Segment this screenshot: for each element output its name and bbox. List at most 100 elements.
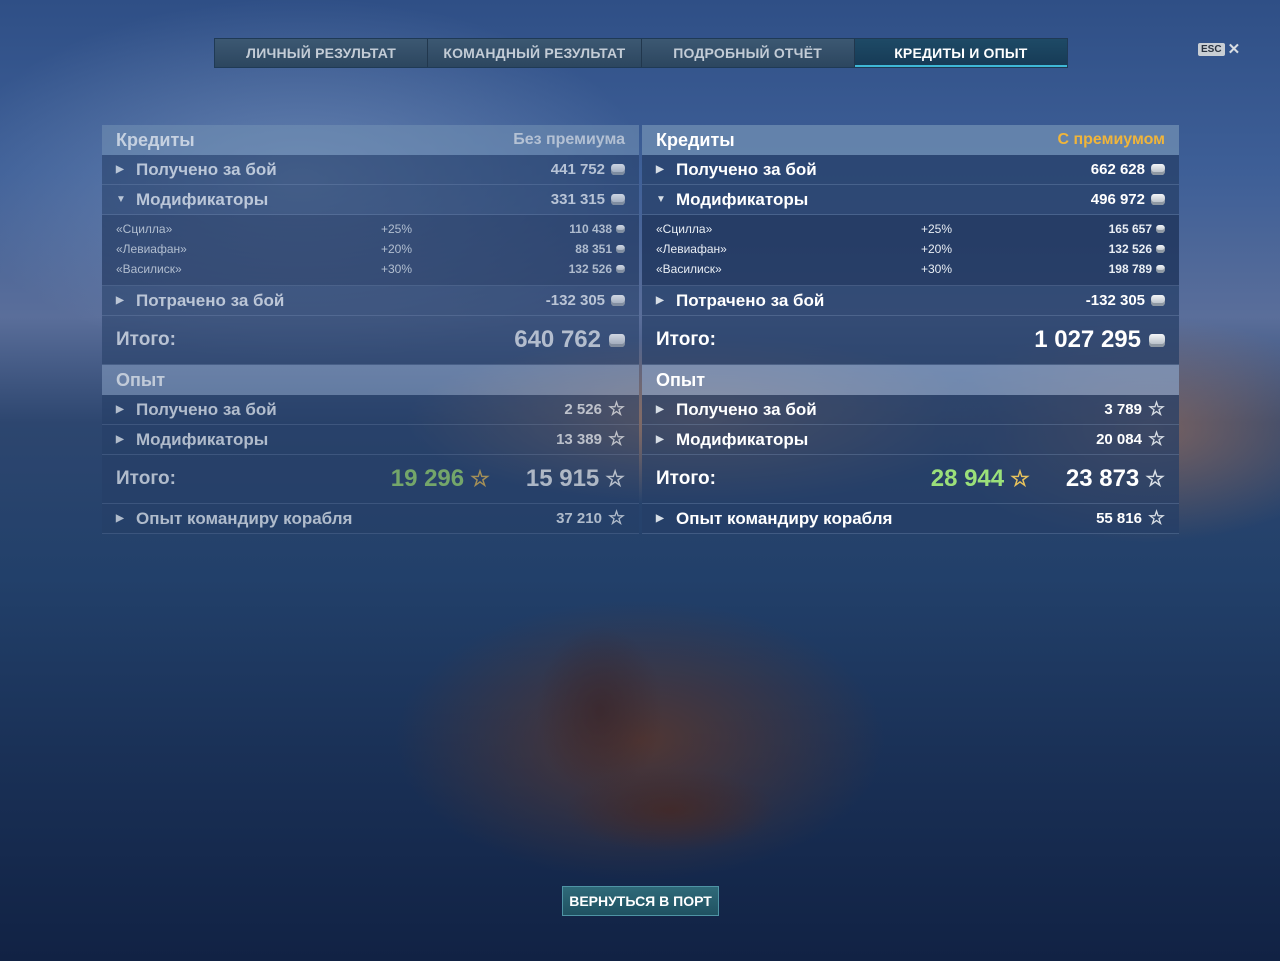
expand-arrow-icon: ▶ xyxy=(656,513,664,524)
modifier-percent: +30% xyxy=(381,262,413,276)
xp-total-value: 15 915 xyxy=(525,465,600,492)
modifier-item: «Левиафан» +20% 88 351 xyxy=(116,239,625,259)
modifier-value: 132 526 xyxy=(1108,242,1152,256)
tab-credits-and-xp[interactable]: КРЕДИТЫ И ОПЫТ xyxy=(854,39,1067,67)
collapse-arrow-icon: ▼ xyxy=(116,194,126,205)
credits-icon xyxy=(611,295,625,306)
credits-total-value: 1 027 295 xyxy=(1034,326,1141,353)
tab-personal-result[interactable]: ЛИЧНЫЙ РЕЗУЛЬТАТ xyxy=(215,39,429,67)
xp-total-value: 23 873 xyxy=(1065,465,1140,492)
modifier-percent: +20% xyxy=(381,242,413,256)
total-label: Итого: xyxy=(116,468,176,489)
xp-earned-label: Получено за бой xyxy=(136,399,277,419)
free-xp-star-icon: ☆ xyxy=(470,466,490,491)
credits-panel-no-premium: Кредиты Без премиума ▶ Получено за бой 44… xyxy=(102,125,639,534)
modifier-percent: +25% xyxy=(921,222,953,236)
xp-earned-value: 2 526 xyxy=(564,401,602,418)
xp-title: Опыт xyxy=(656,369,706,390)
modifier-name: «Сцилла» xyxy=(116,222,173,236)
xp-modifiers-value: 20 084 xyxy=(1096,431,1142,448)
credits-icon xyxy=(616,225,625,233)
spent-row[interactable]: ▶ Потрачено за бой -132 305 xyxy=(642,286,1179,316)
xp-star-icon: ☆ xyxy=(1147,508,1165,529)
tab-detailed-report[interactable]: ПОДРОБНЫЙ ОТЧЁТ xyxy=(641,39,855,67)
total-label: Итого: xyxy=(656,329,716,350)
spent-row[interactable]: ▶ Потрачено за бой -132 305 xyxy=(102,286,639,316)
xp-modifiers-row[interactable]: ▶ Модификаторы 20 084 ☆ xyxy=(642,425,1179,455)
spent-value: -132 305 xyxy=(1085,292,1145,309)
modifier-percent: +30% xyxy=(921,262,953,276)
xp-title: Опыт xyxy=(116,369,166,390)
expand-arrow-icon: ▶ xyxy=(116,513,124,524)
credits-icon xyxy=(611,164,625,175)
modifiers-label: Модификаторы xyxy=(676,189,809,209)
modifiers-list: «Сцилла» +25% 110 438 «Левиафан» +20% 88… xyxy=(102,215,639,286)
modifier-percent: +20% xyxy=(921,242,953,256)
tab-bar: ЛИЧНЫЙ РЕЗУЛЬТАТ КОМАНДНЫЙ РЕЗУЛЬТАТ ПОД… xyxy=(214,38,1068,68)
xp-star-icon: ☆ xyxy=(1147,399,1165,420)
return-to-port-button[interactable]: ВЕРНУТЬСЯ В ПОРТ xyxy=(562,886,719,916)
expand-arrow-icon: ▶ xyxy=(656,295,664,306)
xp-total-row: Итого: 28 944 ☆ 23 873 ☆ xyxy=(642,455,1179,504)
tab-team-result[interactable]: КОМАНДНЫЙ РЕЗУЛЬТАТ xyxy=(428,39,642,67)
xp-modifiers-label: Модификаторы xyxy=(136,429,269,449)
credits-header: Кредиты С премиумом xyxy=(642,125,1179,155)
xp-total-row: Итого: 19 296 ☆ 15 915 ☆ xyxy=(102,455,639,504)
mode-label: Без премиума xyxy=(513,131,625,148)
close-icon: ✕ xyxy=(1227,41,1241,58)
modifier-name: «Сцилла» xyxy=(656,222,713,236)
close-button[interactable]: ESC ✕ xyxy=(1198,42,1240,57)
xp-header: Опыт xyxy=(102,365,639,395)
credits-icon xyxy=(1149,333,1165,347)
modifier-percent: +25% xyxy=(381,222,413,236)
xp-modifiers-row[interactable]: ▶ Модификаторы 13 389 ☆ xyxy=(102,425,639,455)
expand-arrow-icon: ▶ xyxy=(116,434,124,445)
modifier-value: 110 438 xyxy=(569,222,612,236)
commander-xp-row[interactable]: ▶ Опыт командиру корабля 55 816 ☆ xyxy=(642,504,1179,534)
commander-xp-label: Опыт командиру корабля xyxy=(136,508,353,528)
xp-star-icon: ☆ xyxy=(607,399,625,420)
credits-icon xyxy=(616,245,625,253)
xp-star-icon: ☆ xyxy=(607,508,625,529)
free-xp-star-icon: ☆ xyxy=(1010,466,1030,491)
credits-total-row: Итого: 640 762 xyxy=(102,316,639,365)
modifiers-row[interactable]: ▼ Модификаторы 331 315 xyxy=(102,185,639,215)
earned-row[interactable]: ▶ Получено за бой 441 752 xyxy=(102,155,639,185)
modifier-item: «Сцилла» +25% 165 657 xyxy=(656,219,1165,239)
xp-earned-row[interactable]: ▶ Получено за бой 2 526 ☆ xyxy=(102,395,639,425)
credits-icon xyxy=(1156,245,1165,253)
mode-label: С премиумом xyxy=(1057,131,1165,148)
xp-star-icon: ☆ xyxy=(1145,466,1165,491)
free-xp-total-value: 19 296 xyxy=(390,465,465,492)
modifiers-value: 331 315 xyxy=(550,191,605,208)
total-label: Итого: xyxy=(116,329,176,350)
xp-header: Опыт xyxy=(642,365,1179,395)
xp-star-icon: ☆ xyxy=(1147,429,1165,450)
credits-icon xyxy=(1151,295,1165,306)
credits-title: Кредиты xyxy=(656,129,735,150)
earned-label: Получено за бой xyxy=(676,159,817,179)
modifier-item: «Василиск» +30% 198 789 xyxy=(656,259,1165,279)
modifier-value: 132 526 xyxy=(568,262,612,276)
commander-xp-row[interactable]: ▶ Опыт командиру корабля 37 210 ☆ xyxy=(102,504,639,534)
xp-earned-row[interactable]: ▶ Получено за бой 3 789 ☆ xyxy=(642,395,1179,425)
xp-modifiers-label: Модификаторы xyxy=(676,429,809,449)
credits-icon xyxy=(1151,164,1165,175)
modifier-value: 88 351 xyxy=(575,242,612,256)
modifier-name: «Василиск» xyxy=(116,262,182,276)
credits-title: Кредиты xyxy=(116,129,195,150)
modifier-value: 198 789 xyxy=(1108,262,1152,276)
modifiers-row[interactable]: ▼ Модификаторы 496 972 xyxy=(642,185,1179,215)
xp-modifiers-value: 13 389 xyxy=(556,431,602,448)
credits-total-value: 640 762 xyxy=(514,326,601,353)
xp-earned-value: 3 789 xyxy=(1104,401,1142,418)
credits-icon xyxy=(609,333,625,347)
free-xp-total-value: 28 944 xyxy=(930,465,1005,492)
earned-label: Получено за бой xyxy=(136,159,277,179)
earned-row[interactable]: ▶ Получено за бой 662 628 xyxy=(642,155,1179,185)
modifier-item: «Сцилла» +25% 110 438 xyxy=(116,219,625,239)
commander-xp-label: Опыт командиру корабля xyxy=(676,508,893,528)
modifier-item: «Василиск» +30% 132 526 xyxy=(116,259,625,279)
modifier-value: 165 657 xyxy=(1108,222,1152,236)
credits-icon xyxy=(616,265,625,273)
